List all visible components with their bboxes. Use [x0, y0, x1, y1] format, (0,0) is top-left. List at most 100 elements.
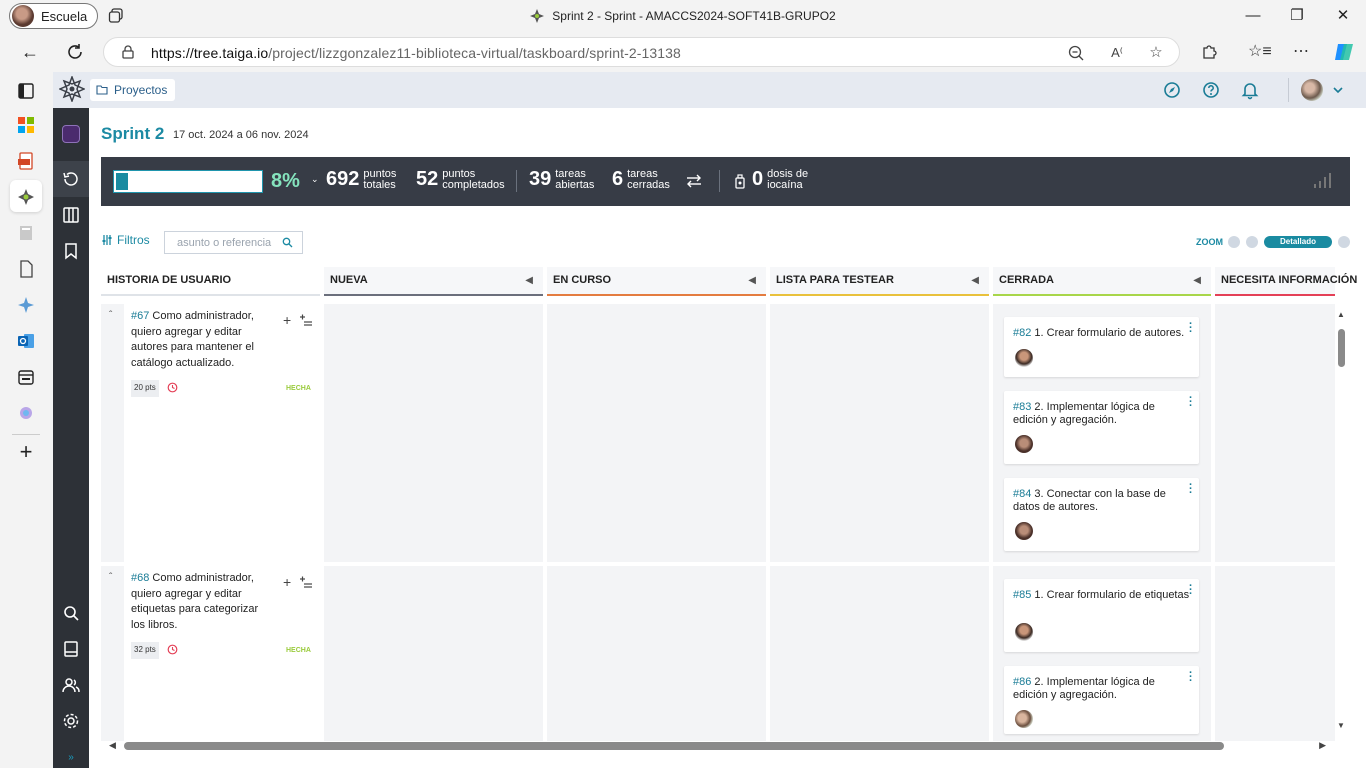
compass-icon[interactable]	[1162, 80, 1182, 100]
zoom-level-2[interactable]	[1246, 236, 1258, 248]
search-icon[interactable]	[282, 237, 293, 248]
taiga-logo-icon[interactable]	[59, 76, 85, 102]
wiki-book-icon[interactable]	[61, 639, 81, 659]
task-assignee-avatar[interactable]	[1015, 435, 1033, 453]
task-menu-icon[interactable]: · · ·	[1189, 393, 1193, 412]
user-story-title[interactable]: #67 Como administrador, quiero agregar y…	[131, 309, 271, 371]
task-cell-nueva[interactable]	[324, 304, 543, 562]
vertical-tabs-icon[interactable]	[16, 81, 36, 101]
games-icon[interactable]	[16, 403, 36, 423]
column-header-lista-para-testear[interactable]: LISTA PARA TESTEAR ◀	[770, 267, 989, 296]
extensions-icon[interactable]	[1199, 42, 1219, 62]
horizontal-scrollbar[interactable]: ◀ ▶	[109, 740, 1326, 752]
task-assignee-avatar[interactable]	[1015, 522, 1033, 540]
collapse-story-icon[interactable]: ˆ	[109, 310, 112, 321]
url-text[interactable]: https://tree.taiga.io/project/lizzgonzal…	[151, 45, 681, 61]
task-cell-lista-para-testear[interactable]	[770, 304, 989, 562]
favorite-star-icon[interactable]: ☆	[1147, 44, 1165, 62]
file-icon[interactable]	[16, 259, 36, 279]
copilot-sparkle-icon[interactable]	[16, 295, 36, 315]
task-title[interactable]: #85 1. Crear formulario de etiquetas	[1013, 589, 1191, 602]
calendar-app-icon[interactable]	[16, 367, 36, 387]
due-date-clock-icon[interactable]	[167, 382, 178, 393]
search-icon[interactable]	[61, 603, 81, 623]
chevron-down-icon[interactable]	[1331, 83, 1345, 97]
task-assignee-avatar[interactable]	[1015, 710, 1033, 728]
stats-dropdown-icon[interactable]: ⌄	[311, 174, 319, 185]
collapse-column-icon[interactable]: ◀	[1193, 275, 1201, 286]
burndown-graph-icon[interactable]	[1312, 171, 1334, 189]
search-input[interactable]: asunto o referencia	[164, 231, 303, 254]
column-header-en-curso[interactable]: EN CURSO ◀	[547, 267, 766, 296]
task-cell-necesita-informacion[interactable]	[1215, 566, 1335, 741]
office-apps-icon[interactable]	[16, 115, 36, 135]
bookmark-icon[interactable]	[61, 241, 81, 261]
help-icon[interactable]	[1201, 80, 1221, 100]
zoom-out-icon[interactable]	[1067, 44, 1085, 62]
collapse-column-icon[interactable]: ◀	[971, 275, 979, 286]
task-title[interactable]: #86 2. Implementar lógica de edición y a…	[1013, 676, 1191, 702]
task-card-85[interactable]: #85 1. Crear formulario de etiquetas · · ·	[1004, 579, 1199, 652]
back-button[interactable]: ←	[19, 41, 41, 63]
address-bar[interactable]: https://tree.taiga.io/project/lizzgonzal…	[103, 37, 1180, 67]
collapse-story-icon[interactable]: ˆ	[109, 572, 112, 583]
task-title[interactable]: #82 1. Crear formulario de autores.	[1013, 327, 1191, 340]
task-card-86[interactable]: #86 2. Implementar lógica de edición y a…	[1004, 666, 1199, 734]
restore-button[interactable]: ❐	[1287, 6, 1307, 26]
favorites-icon[interactable]: ☆≡	[1248, 42, 1272, 62]
bulk-add-tasks-icon[interactable]	[299, 314, 313, 328]
settings-gear-icon[interactable]	[61, 711, 81, 731]
scroll-down-arrow-icon[interactable]: ▼	[1337, 721, 1345, 730]
timeline-icon[interactable]	[61, 169, 81, 189]
task-cell-nueva[interactable]	[324, 566, 543, 741]
task-card-83[interactable]: #83 2. Implementar lógica de edición y a…	[1004, 391, 1199, 464]
column-header-necesita-informacion[interactable]: NECESITA INFORMACIÓN	[1215, 267, 1357, 296]
copilot-icon[interactable]	[1332, 40, 1356, 64]
outlook-icon[interactable]	[16, 331, 36, 351]
task-menu-icon[interactable]: · · ·	[1189, 668, 1193, 687]
pdf-file-icon[interactable]	[16, 151, 36, 171]
task-cell-lista-para-testear[interactable]	[770, 566, 989, 741]
project-avatar[interactable]	[62, 125, 80, 143]
scroll-up-arrow-icon[interactable]: ▲	[1337, 310, 1345, 319]
refresh-icon[interactable]	[64, 41, 86, 63]
document-app-icon[interactable]	[16, 223, 36, 243]
due-date-clock-icon[interactable]	[167, 644, 178, 655]
lock-icon[interactable]	[121, 45, 135, 59]
taiga-app-icon[interactable]	[16, 187, 36, 207]
user-story-title[interactable]: #68 Como administrador, quiero agregar y…	[131, 571, 271, 633]
column-header-nueva[interactable]: NUEVA ◀	[324, 267, 543, 296]
task-cell-en-curso[interactable]	[547, 566, 766, 741]
task-menu-icon[interactable]: · · ·	[1189, 581, 1193, 600]
scroll-right-arrow-icon[interactable]: ▶	[1319, 740, 1326, 751]
kanban-icon[interactable]	[61, 205, 81, 225]
add-task-icon[interactable]: +	[283, 574, 291, 590]
add-task-icon[interactable]: +	[283, 312, 291, 328]
collapse-column-icon[interactable]: ◀	[525, 275, 533, 286]
more-menu-icon[interactable]: ⋯	[1291, 42, 1311, 62]
task-assignee-avatar[interactable]	[1015, 623, 1033, 641]
task-card-82[interactable]: #82 1. Crear formulario de autores. · · ·	[1004, 317, 1199, 377]
filters-button[interactable]: Filtros	[101, 233, 150, 247]
task-title[interactable]: #84 3. Conectar con la base de datos de …	[1013, 488, 1191, 514]
scroll-left-arrow-icon[interactable]: ◀	[109, 740, 116, 751]
expand-nav-icon[interactable]: »	[61, 748, 81, 768]
task-card-84[interactable]: #84 3. Conectar con la base de datos de …	[1004, 478, 1199, 551]
task-menu-icon[interactable]: · · ·	[1189, 480, 1193, 499]
read-aloud-icon[interactable]: A⁽	[1108, 44, 1126, 62]
zoom-level-detailed[interactable]: Detallado	[1264, 236, 1332, 248]
minimize-button[interactable]: —	[1243, 6, 1263, 26]
close-window-button[interactable]: ✕	[1333, 6, 1353, 26]
vertical-scrollbar[interactable]: ▲ ▼	[1336, 308, 1348, 730]
task-cell-necesita-informacion[interactable]	[1215, 304, 1335, 562]
task-assignee-avatar[interactable]	[1015, 349, 1033, 367]
task-menu-icon[interactable]: · · ·	[1189, 319, 1193, 338]
breadcrumb-projects[interactable]: Proyectos	[90, 79, 176, 101]
task-title[interactable]: #83 2. Implementar lógica de edición y a…	[1013, 401, 1191, 427]
user-avatar[interactable]	[1301, 79, 1323, 101]
task-cell-en-curso[interactable]	[547, 304, 766, 562]
notifications-bell-icon[interactable]	[1240, 80, 1260, 100]
vertical-scrollbar-thumb[interactable]	[1338, 329, 1345, 367]
swap-arrows-icon[interactable]	[685, 173, 703, 189]
team-icon[interactable]	[61, 675, 81, 695]
